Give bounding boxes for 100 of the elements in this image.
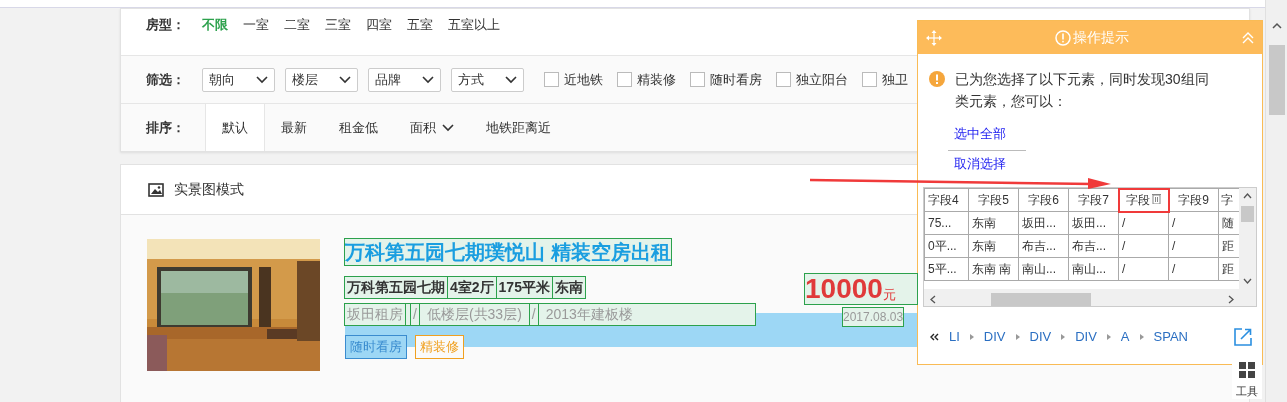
dropdown[interactable]: 品牌 — [368, 67, 441, 92]
checkbox-label: 近地铁 — [564, 70, 603, 89]
table-cell: / — [1118, 211, 1169, 235]
caret-icon — [339, 75, 351, 84]
checkbox[interactable] — [862, 72, 877, 87]
location-detail: / — [529, 304, 538, 325]
filter-option[interactable]: 五室以上 — [448, 15, 500, 35]
table-cell: / — [1168, 257, 1219, 281]
column-header[interactable]: 字段 — [1118, 188, 1169, 212]
filter-label: 筛选： — [146, 70, 186, 89]
checkbox[interactable] — [690, 72, 705, 87]
back-icon[interactable] — [930, 332, 939, 341]
separator-icon — [1015, 333, 1020, 340]
view-mode-label: 实景图模式 — [174, 180, 244, 199]
price-unit: 元 — [882, 286, 896, 304]
table-cell: / — [1118, 234, 1169, 258]
breadcrumb-item[interactable]: A — [1120, 327, 1130, 347]
sort-tab[interactable]: 地铁距离近 — [470, 104, 567, 151]
checkbox-label: 随时看房 — [710, 70, 762, 89]
tag-label: 随时看房 — [345, 335, 407, 359]
column-header[interactable]: 字段4 — [924, 188, 969, 212]
separator-icon — [1061, 333, 1066, 340]
breadcrumb-item[interactable]: DIV — [1029, 327, 1052, 347]
filter-option[interactable]: 一室 — [243, 15, 269, 35]
table-cell: 东南 南 — [968, 257, 1019, 281]
sort-label: 排序： — [146, 118, 186, 137]
breadcrumb-item[interactable]: LI — [949, 327, 960, 347]
alert-icon — [929, 71, 945, 87]
sort-tab[interactable]: 最新 — [265, 104, 323, 151]
listing-detail: 4室2厅 — [447, 277, 496, 298]
grid-icon[interactable] — [1239, 362, 1255, 378]
sort-tab[interactable]: 默认 — [205, 104, 265, 151]
location-detail: 低楼层(共33层) — [425, 305, 523, 324]
tag-label: 精装修 — [415, 335, 464, 359]
image-icon — [148, 182, 164, 197]
listing-detail: 175平米 — [495, 277, 552, 298]
breadcrumb-item[interactable]: SPAN — [1153, 327, 1188, 347]
scroll-up-icon[interactable] — [1272, 22, 1282, 30]
dropdown[interactable]: 楼层 — [285, 67, 358, 92]
filter-option[interactable]: 四室 — [366, 15, 392, 35]
warning-icon — [1055, 29, 1071, 46]
table-cell: 5平... — [924, 257, 969, 281]
update-date: 2017.08.03 — [843, 308, 904, 326]
column-header[interactable]: 字段9 — [1168, 188, 1219, 212]
table-cell: / — [1168, 234, 1219, 258]
checkbox-label: 精装修 — [637, 70, 676, 89]
listing-detail: 万科第五园七期 — [346, 278, 446, 297]
caret-icon — [256, 75, 268, 84]
sort-tab[interactable]: 租金低 — [323, 104, 394, 151]
table-cell: 坂田... — [1018, 211, 1069, 235]
table-cell: 布吉... — [1068, 234, 1119, 258]
checkbox-label: 独卫 — [882, 70, 908, 89]
price: 10000 — [805, 274, 883, 304]
filter-option[interactable]: 二室 — [284, 15, 310, 35]
popup-title: 操作提示 — [1073, 28, 1129, 47]
dropdown[interactable]: 方式 — [451, 67, 524, 92]
checkbox[interactable] — [544, 72, 559, 87]
table-cell: 75... — [924, 211, 969, 235]
table-cell: 南山... — [1068, 257, 1119, 281]
table-cell: 0平... — [924, 234, 969, 258]
location-detail: / — [411, 304, 419, 325]
filter-option[interactable]: 三室 — [325, 15, 351, 35]
table-cell: / — [1168, 211, 1219, 235]
breadcrumb-item[interactable]: DIV — [983, 327, 1006, 347]
vertical-scrollbar[interactable] — [1239, 188, 1256, 290]
sort-tab[interactable]: 面积 — [394, 104, 470, 151]
column-header[interactable]: 字段5 — [968, 188, 1019, 212]
location-detail: 2013年建板楼 — [544, 305, 634, 324]
action-link[interactable]: 选中全部 — [948, 124, 1012, 144]
column-header[interactable]: 字段7 — [1068, 188, 1119, 212]
table-cell: 南山... — [1018, 257, 1069, 281]
dropdown[interactable]: 朝向 — [202, 67, 275, 92]
column-header[interactable]: 字段6 — [1018, 188, 1069, 212]
separator-icon — [1106, 333, 1111, 340]
checkbox[interactable] — [617, 72, 632, 87]
caret-icon — [422, 75, 434, 84]
move-icon[interactable] — [926, 29, 942, 46]
checkbox-label: 独立阳台 — [796, 70, 848, 89]
filter-label: 房型： — [146, 16, 186, 34]
filter-option[interactable]: 五室 — [407, 15, 433, 35]
external-link-icon[interactable] — [1234, 327, 1252, 346]
collapse-icon[interactable] — [1242, 31, 1254, 44]
caret-icon — [505, 75, 517, 84]
popup-message: 已为您选择了以下元素，同时发现30组同类元素，您可以： — [955, 70, 1210, 111]
action-link[interactable]: 取消选择 — [948, 153, 1012, 173]
table-cell: 坂田... — [1068, 211, 1119, 235]
table-cell: 东南 — [968, 234, 1019, 258]
table-cell: 布吉... — [1018, 234, 1069, 258]
scrollbar[interactable] — [1265, 0, 1287, 402]
scrollbar-thumb[interactable] — [1269, 45, 1285, 115]
separator-icon — [1139, 333, 1144, 340]
horizontal-scrollbar[interactable] — [924, 289, 1256, 306]
trash-icon[interactable] — [1152, 193, 1161, 204]
caret-icon — [442, 123, 454, 132]
listing-detail: 东南 — [551, 277, 585, 298]
separator-icon — [969, 333, 974, 340]
breadcrumb-item[interactable]: DIV — [1075, 327, 1097, 347]
table-cell: 东南 — [968, 211, 1019, 235]
table-cell: / — [1118, 257, 1169, 281]
checkbox[interactable] — [776, 72, 791, 87]
